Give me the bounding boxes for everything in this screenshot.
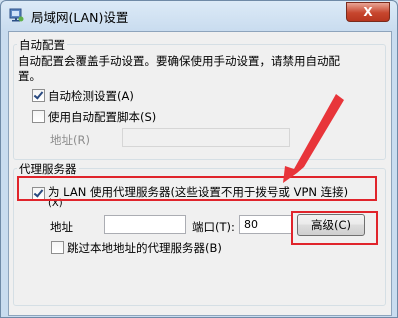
annotation-arrow-icon [283, 94, 344, 183]
lan-settings-window: 局域网(LAN)设置 X 自动配置 自动配置会覆盖手动设置。要确保使用手动设置，… [0, 0, 398, 318]
